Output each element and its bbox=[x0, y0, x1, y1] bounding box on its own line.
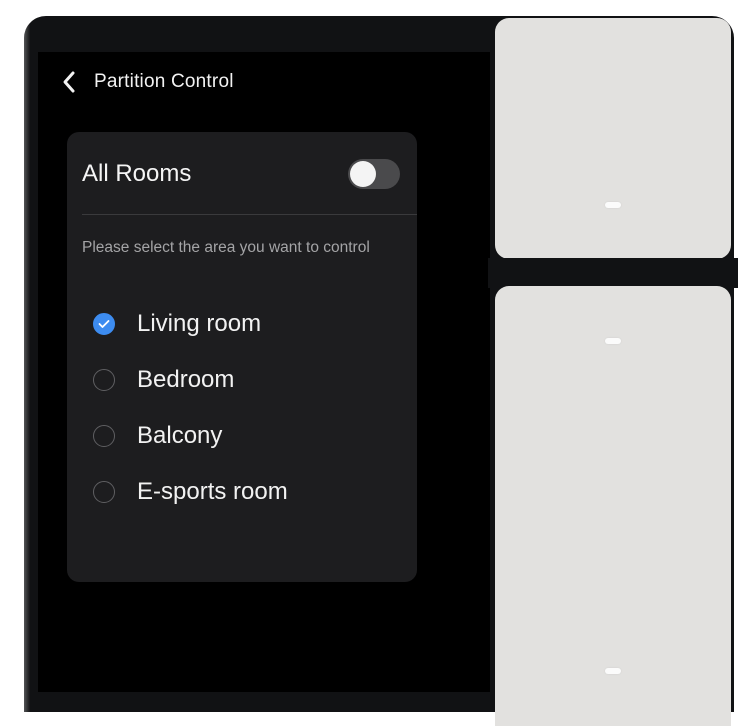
all-rooms-row: All Rooms bbox=[82, 152, 402, 196]
room-item-bedroom[interactable]: Bedroom bbox=[93, 352, 393, 408]
device-edge bbox=[24, 16, 30, 712]
header: Partition Control bbox=[56, 66, 234, 98]
panel-gap bbox=[488, 258, 738, 288]
partition-card: All Rooms Please select the area you wan… bbox=[67, 132, 417, 582]
indicator-light bbox=[605, 338, 621, 344]
indicator-light bbox=[605, 668, 621, 674]
room-label: Balcony bbox=[137, 422, 223, 449]
radio-unchecked-icon[interactable] bbox=[93, 369, 115, 391]
room-item-living-room[interactable]: Living room bbox=[93, 296, 393, 352]
chevron-left-icon[interactable] bbox=[56, 69, 82, 95]
divider bbox=[82, 214, 417, 215]
room-item-e-sports-room[interactable]: E-sports room bbox=[93, 464, 393, 520]
room-label: E-sports room bbox=[137, 478, 288, 505]
instruction-text: Please select the area you want to contr… bbox=[82, 239, 370, 256]
room-label: Bedroom bbox=[137, 366, 235, 393]
room-list: Living room Bedroom Balcony E-sports roo… bbox=[93, 296, 393, 520]
indicator-light bbox=[605, 202, 621, 208]
room-item-balcony[interactable]: Balcony bbox=[93, 408, 393, 464]
page-title: Partition Control bbox=[94, 71, 234, 92]
all-rooms-toggle[interactable] bbox=[348, 159, 400, 189]
room-label: Living room bbox=[137, 310, 262, 337]
all-rooms-label: All Rooms bbox=[82, 160, 192, 187]
radio-checked-icon[interactable] bbox=[93, 313, 115, 335]
radio-unchecked-icon[interactable] bbox=[93, 425, 115, 447]
physical-button-bottom[interactable] bbox=[495, 286, 731, 726]
toggle-knob bbox=[350, 161, 376, 187]
radio-unchecked-icon[interactable] bbox=[93, 481, 115, 503]
physical-button-top[interactable] bbox=[495, 18, 731, 259]
